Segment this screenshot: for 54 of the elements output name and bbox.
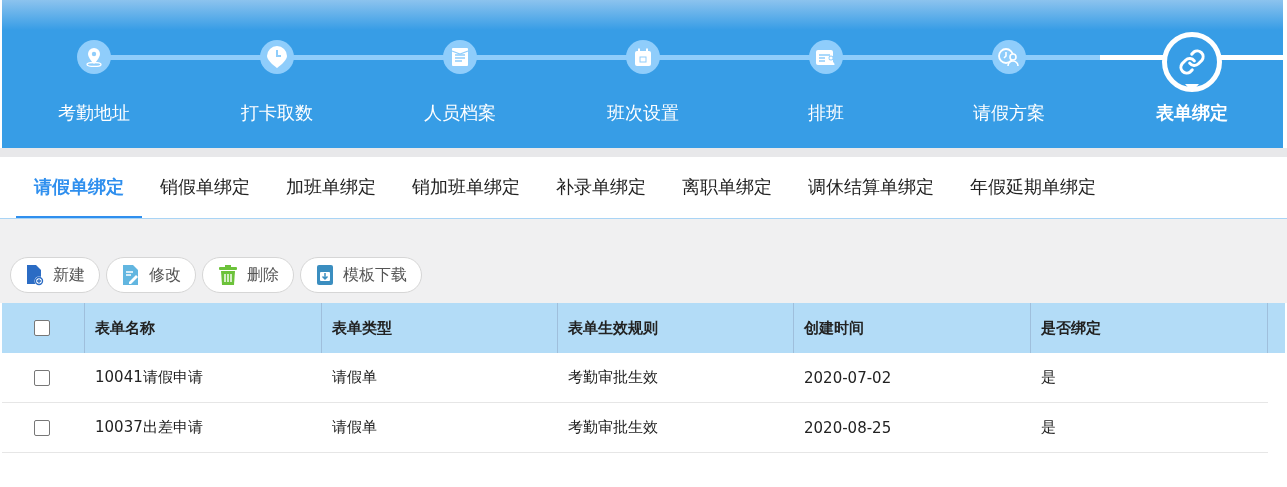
form-name-cell: 10037出差申请 [85, 403, 322, 453]
form-type-cell: 请假单 [322, 403, 558, 453]
location-pin-icon [84, 47, 103, 67]
form-type-tab[interactable]: 销假单绑定 [142, 157, 268, 218]
clock-pin-icon [265, 45, 288, 69]
step-label: 人员档案 [423, 101, 496, 125]
empty-column-header [1268, 303, 1285, 353]
row-checkbox[interactable] [34, 369, 50, 386]
column-header: 表单名称 [85, 303, 322, 353]
bound-status-cell: 是 [1031, 403, 1268, 453]
row-checkbox[interactable] [34, 419, 50, 436]
select-all-checkbox[interactable] [34, 320, 50, 336]
calendar-person-icon [814, 47, 837, 67]
step-marker[interactable] [442, 40, 477, 74]
toolbar-button[interactable]: 模板下载 [300, 257, 422, 293]
effective-rule-cell: 考勤审批生效 [558, 353, 794, 403]
effective-rule-cell: 考勤审批生效 [558, 403, 794, 453]
step-label: 打卡取数 [240, 101, 313, 125]
step-marker[interactable] [625, 40, 660, 74]
step-label: 排班 [807, 101, 844, 125]
step-marker[interactable] [808, 40, 843, 74]
new-document-icon [25, 264, 45, 286]
form-type-cell: 请假单 [322, 353, 558, 403]
clock-person-icon [997, 47, 1020, 67]
column-header: 表单生效规则 [558, 303, 794, 353]
form-name-cell: 10041请假申请 [85, 353, 322, 403]
column-header: 创建时间 [794, 303, 1031, 353]
step-marker[interactable] [259, 40, 294, 74]
step-label: 请假方案 [972, 101, 1045, 125]
form-type-tab[interactable]: 销加班单绑定 [394, 157, 538, 218]
edit-document-icon [121, 264, 141, 286]
step-label: 班次设置 [606, 101, 679, 125]
toolbar-button[interactable]: 新建 [10, 257, 100, 293]
bound-status-cell: 是 [1031, 353, 1268, 403]
trash-icon [217, 264, 239, 286]
toolbar-button[interactable]: 修改 [106, 257, 196, 293]
calendar-icon [633, 47, 652, 67]
created-date-cell: 2020-07-02 [794, 353, 1031, 403]
toolbar-button[interactable]: 删除 [202, 257, 294, 293]
step-marker[interactable] [991, 40, 1026, 74]
form-type-tab[interactable]: 加班单绑定 [268, 157, 394, 218]
form-type-tab[interactable]: 调休结算单绑定 [790, 157, 952, 218]
download-document-icon [315, 264, 335, 286]
form-type-tab[interactable]: 年假延期单绑定 [952, 157, 1114, 218]
step-label: 表单绑定 [1155, 101, 1228, 125]
form-type-tab[interactable]: 离职单绑定 [664, 157, 790, 218]
column-header: 是否绑定 [1031, 303, 1268, 353]
step-marker[interactable] [76, 40, 111, 74]
created-date-cell: 2020-08-25 [794, 403, 1031, 453]
document-icon [450, 47, 469, 67]
form-type-tab[interactable]: 补录单绑定 [538, 157, 664, 218]
link-icon [1177, 48, 1206, 76]
column-header: 表单类型 [322, 303, 558, 353]
step-label: 考勤地址 [57, 101, 130, 125]
